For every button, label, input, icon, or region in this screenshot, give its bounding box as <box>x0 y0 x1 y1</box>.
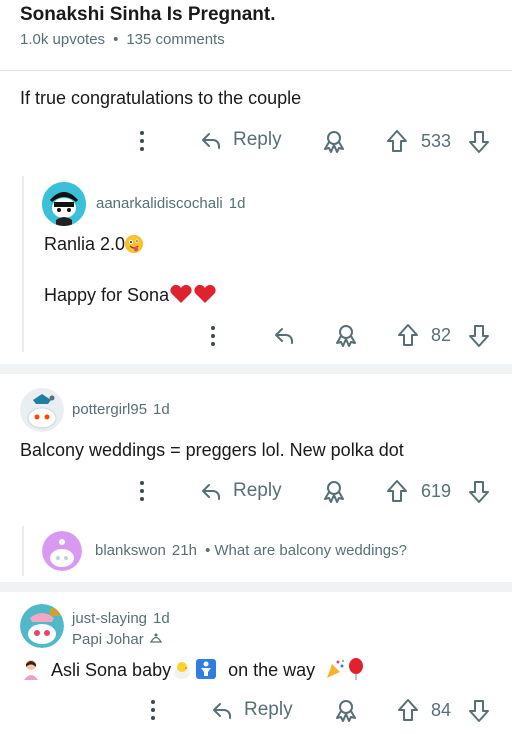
reply-preview: What are balcony weddings? <box>214 542 407 559</box>
upvote-icon[interactable] <box>386 129 408 158</box>
balloon-emoji <box>346 658 366 680</box>
comment-body: Balcony weddings = preggers lol. New pol… <box>20 440 404 460</box>
reply-label: Reply <box>233 129 282 150</box>
avatar[interactable] <box>20 388 64 432</box>
vote-score: 619 <box>421 481 452 501</box>
award-icon[interactable] <box>321 128 347 159</box>
comment-author[interactable]: just-slaying 1d <box>72 610 170 627</box>
reply-icon <box>199 479 223 503</box>
award-icon[interactable] <box>333 322 359 353</box>
comment-body-line: Happy for Sona <box>44 284 217 306</box>
more-options-icon[interactable] <box>136 130 148 157</box>
reply-button[interactable]: Reply <box>210 698 293 722</box>
reply-label: Reply <box>244 699 293 720</box>
avatar[interactable] <box>42 531 82 571</box>
comment-count: 135 comments <box>126 31 225 48</box>
more-options-icon[interactable] <box>207 325 219 352</box>
chick-emoji <box>171 660 193 680</box>
avatar[interactable] <box>42 182 86 226</box>
woman-gesturing-emoji <box>20 660 42 680</box>
reply-icon <box>199 128 223 152</box>
reply-label: Reply <box>233 480 282 501</box>
heart-emoji <box>193 284 217 305</box>
downvote-icon[interactable] <box>468 130 490 159</box>
comment-body: If true congratulations to the couple <box>20 88 302 108</box>
vote-score: 82 <box>431 325 452 345</box>
vote-score: 84 <box>431 700 452 720</box>
zany-face-emoji <box>125 235 144 253</box>
more-options-icon[interactable] <box>136 480 148 507</box>
award-icon[interactable] <box>321 478 347 509</box>
downvote-icon[interactable] <box>468 324 490 353</box>
baby-bottle-icon <box>148 631 164 648</box>
username[interactable]: just-slaying <box>72 610 147 627</box>
comment-age: 1d <box>153 401 170 418</box>
comment-separator <box>0 582 512 592</box>
username[interactable]: blankswon <box>95 542 166 559</box>
comment-author[interactable]: pottergirl95 1d <box>72 401 170 418</box>
downvote-icon[interactable] <box>468 699 490 728</box>
thread-line[interactable] <box>22 526 24 576</box>
baby-symbol-emoji <box>193 659 217 680</box>
comment-body: Asli Sona baby on the way <box>20 658 366 681</box>
more-options-icon[interactable] <box>147 699 159 726</box>
reply-icon[interactable] <box>272 323 296 352</box>
reply-icon <box>210 698 234 722</box>
username[interactable]: aanarkalidiscochali <box>96 195 223 212</box>
comment-age: 1d <box>153 610 170 627</box>
comment-author[interactable]: aanarkalidiscochali 1d <box>96 195 245 212</box>
party-popper-emoji <box>320 660 346 680</box>
comment-body-line: Ranlia 2.0 <box>44 234 144 255</box>
reply-button[interactable]: Reply <box>199 479 282 503</box>
upvote-icon[interactable] <box>397 698 419 727</box>
user-flair: Papi Johar <box>72 630 164 648</box>
vote-score: 533 <box>421 131 452 151</box>
post-header: Sonakshi Sinha Is Pregnant. 1.0k upvotes… <box>0 0 512 71</box>
collapsed-reply[interactable]: blankswon 21h • What are balcony weddings? <box>95 542 407 559</box>
comment-separator <box>0 364 512 374</box>
upvote-icon[interactable] <box>397 323 419 352</box>
reply-button[interactable]: Reply <box>199 128 282 152</box>
comment-age: 21h <box>171 542 197 559</box>
thread-line[interactable] <box>22 176 24 352</box>
meta-separator: • <box>205 542 211 559</box>
upvote-icon[interactable] <box>386 479 408 508</box>
comment-age: 1d <box>228 195 246 212</box>
meta-separator: • <box>113 31 119 48</box>
post-title[interactable]: Sonakshi Sinha Is Pregnant. <box>20 4 276 26</box>
username[interactable]: pottergirl95 <box>72 401 147 418</box>
downvote-icon[interactable] <box>468 480 490 509</box>
upvote-count: 1.0k upvotes <box>20 31 106 48</box>
post-meta: 1.0k upvotes • 135 comments <box>20 31 225 48</box>
heart-emoji <box>169 284 193 305</box>
award-icon[interactable] <box>333 697 359 728</box>
avatar[interactable] <box>20 604 64 648</box>
